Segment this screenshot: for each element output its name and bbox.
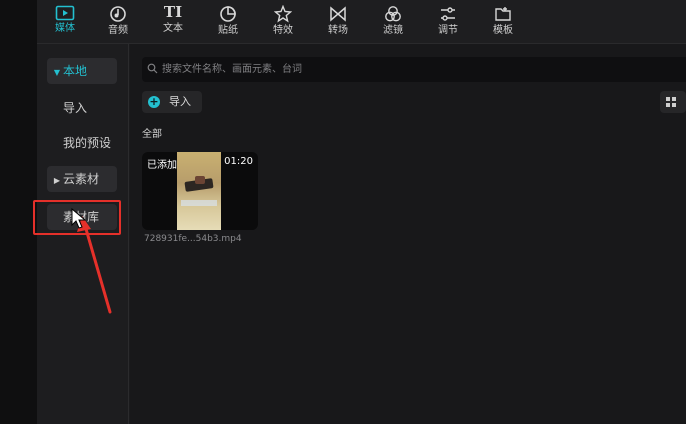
mouse-cursor-icon	[71, 208, 87, 229]
annotation-arrow	[77, 216, 112, 314]
